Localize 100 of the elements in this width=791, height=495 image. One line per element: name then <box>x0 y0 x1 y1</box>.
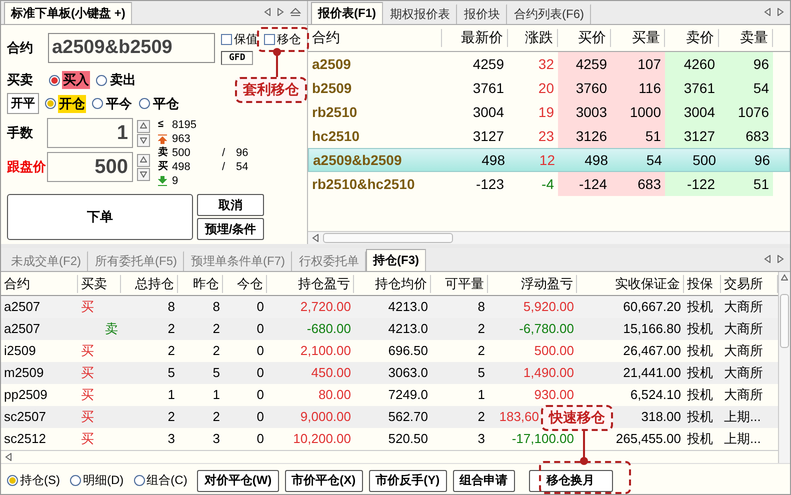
view-radio[interactable]: 明细(D) <box>70 472 124 489</box>
table-cell: 3 <box>168 431 175 446</box>
action-button[interactable]: 组合申请 <box>452 470 515 492</box>
table-cell: 15,166.80 <box>623 321 681 336</box>
left-icon[interactable] <box>312 234 319 242</box>
column-header[interactable]: 可平量 <box>431 274 488 292</box>
up-icon[interactable] <box>137 120 150 132</box>
right-icon[interactable] <box>777 254 784 266</box>
column-header[interactable]: 今仓 <box>223 274 267 292</box>
table-cell: -124 <box>558 172 611 196</box>
table-cell: 2 <box>168 321 175 336</box>
table-cell: 投机 <box>687 409 713 424</box>
column-header[interactable]: 持仓均价 <box>354 274 431 292</box>
table-cell: 318.00 <box>641 409 681 424</box>
table-cell: 买 <box>81 431 94 446</box>
collapse-icon[interactable] <box>290 8 301 18</box>
column-header[interactable]: 买卖 <box>78 274 121 292</box>
column-header[interactable]: 涨跌 <box>508 29 558 47</box>
action-button[interactable]: 市价反手(Y) <box>368 470 447 492</box>
column-header[interactable]: 卖价 <box>665 29 719 47</box>
left-icon[interactable] <box>764 254 771 266</box>
up-icon[interactable] <box>137 154 150 166</box>
info-value: 9 <box>172 174 180 188</box>
table-cell: 大商所 <box>724 321 763 336</box>
column-header[interactable]: 浮动盈亏 <box>488 274 577 292</box>
quote-row[interactable]: hc2510 3127 23 3126 51 3127 683 <box>308 124 790 148</box>
position-row[interactable]: a2507 卖 2 2 0 -680.00 4213.0 2 -6,780.00 15,166.80 投机 大商所 <box>1 318 778 340</box>
quote-row[interactable]: b2509 3761 20 3760 116 3761 54 <box>308 76 790 100</box>
gfd-button[interactable]: GFD <box>221 51 254 65</box>
price-field[interactable]: 500 <box>47 152 133 182</box>
position-row[interactable]: m2509 买 5 5 0 450.00 3063.0 5 1,490.00 21,441.00 投机 大商所 <box>1 362 778 384</box>
table-cell: 54 <box>719 76 773 100</box>
view-radio[interactable]: 持仓(S) <box>7 472 60 489</box>
table-cell: 2 <box>212 321 220 336</box>
table-cell: 2 <box>212 409 220 424</box>
selected-row[interactable]: a2509&b2509 498 12 498 54 500 96 <box>308 148 790 172</box>
table-cell: 26,467.00 <box>623 343 681 358</box>
right-icon[interactable] <box>777 8 784 18</box>
column-header[interactable]: 买量 <box>611 29 665 47</box>
column-header[interactable]: 总持仓 <box>121 274 178 292</box>
table-cell: 8 <box>212 299 220 314</box>
left-icon[interactable] <box>264 8 271 18</box>
panel-tab[interactable]: 标准下单板(小键盘 +) <box>4 2 132 24</box>
positions-tab[interactable]: 持仓(F3) <box>366 249 426 271</box>
down-icon[interactable] <box>137 134 150 146</box>
column-header[interactable]: 卖量 <box>719 29 773 47</box>
column-header[interactable]: 合约 <box>1 274 78 292</box>
table-cell-text: 12 <box>538 151 556 170</box>
cancel-button[interactable]: 取消 <box>197 194 264 216</box>
scroll-thumb[interactable] <box>780 294 789 348</box>
table-cell: -680.00 <box>306 321 351 336</box>
action-button[interactable]: 对价平仓(W) <box>197 470 279 492</box>
column-header[interactable]: 投保 <box>684 274 721 292</box>
table-cell: sc2512 <box>4 431 46 446</box>
scroll-thumb[interactable] <box>323 233 453 243</box>
open-close-radio[interactable]: 平仓 <box>139 94 180 112</box>
quote-row[interactable]: rb2510&hc2510 -123 -4 -124 683 -122 51 <box>308 172 790 196</box>
table-cell-text: 3761 <box>472 79 505 98</box>
table-cell: 3063.0 <box>388 365 428 380</box>
quote-row[interactable]: rb2510 3004 19 3003 1000 3004 1076 <box>308 100 790 124</box>
table-cell: 上期... <box>724 431 761 446</box>
contract-field[interactable]: a2509&b2509 <box>48 33 215 63</box>
column-header[interactable]: 持仓盈亏 <box>267 274 354 292</box>
selected-row[interactable]: a2507 买 8 8 0 2,720.00 4213.0 8 5,920.00 60,667.20 投机 大商所 <box>1 296 778 318</box>
scrollbar[interactable] <box>1 450 778 463</box>
table-cell: 0 <box>256 343 264 358</box>
checkbox[interactable]: 保值 <box>221 31 258 48</box>
right-icon[interactable] <box>277 8 284 18</box>
column-header[interactable]: 最新价 <box>442 29 508 47</box>
scrollbar[interactable] <box>778 272 790 463</box>
column-header[interactable]: 实收保证金 <box>577 274 684 292</box>
table-cell: 2 <box>212 343 220 358</box>
action-button[interactable]: 移仓换月 <box>528 470 613 492</box>
info-value: 963 <box>172 132 192 146</box>
side-radio[interactable]: 卖出 <box>96 71 137 89</box>
up-icon[interactable] <box>781 274 788 282</box>
table-cell-text: 96 <box>753 151 771 170</box>
view-radio[interactable]: 组合(C) <box>134 472 188 489</box>
action-button[interactable]: 市价平仓(X) <box>284 470 363 492</box>
table-cell: 投机 <box>687 431 713 446</box>
submit-button[interactable]: 下单 <box>7 194 193 240</box>
table-cell-text: 23 <box>537 127 555 146</box>
contract-label: 合约 <box>7 39 34 57</box>
quote-tab[interactable]: 报价表(F1) <box>311 2 383 24</box>
left-icon[interactable] <box>764 8 771 18</box>
scrollbar[interactable] <box>308 231 790 244</box>
quantity-field[interactable]: 1 <box>47 118 133 148</box>
table-cell: 买 <box>81 343 94 358</box>
table-cell: sc2507 <box>4 409 46 424</box>
left-icon[interactable] <box>5 453 12 461</box>
column-header[interactable]: 合约 <box>308 29 442 47</box>
open-close-radio[interactable]: 平今 <box>92 94 133 112</box>
open-close-label[interactable]: 开平 <box>7 93 39 114</box>
column-header[interactable]: 买价 <box>558 29 611 47</box>
checkbox[interactable]: 移仓 <box>264 31 301 48</box>
down-icon[interactable] <box>137 168 150 180</box>
preset-button[interactable]: 预埋/条件 <box>197 218 264 240</box>
quote-row[interactable]: a2509 4259 32 4259 107 4260 96 <box>308 52 790 76</box>
info-value: 96 <box>236 146 250 160</box>
column-header[interactable]: 昨仓 <box>178 274 223 292</box>
